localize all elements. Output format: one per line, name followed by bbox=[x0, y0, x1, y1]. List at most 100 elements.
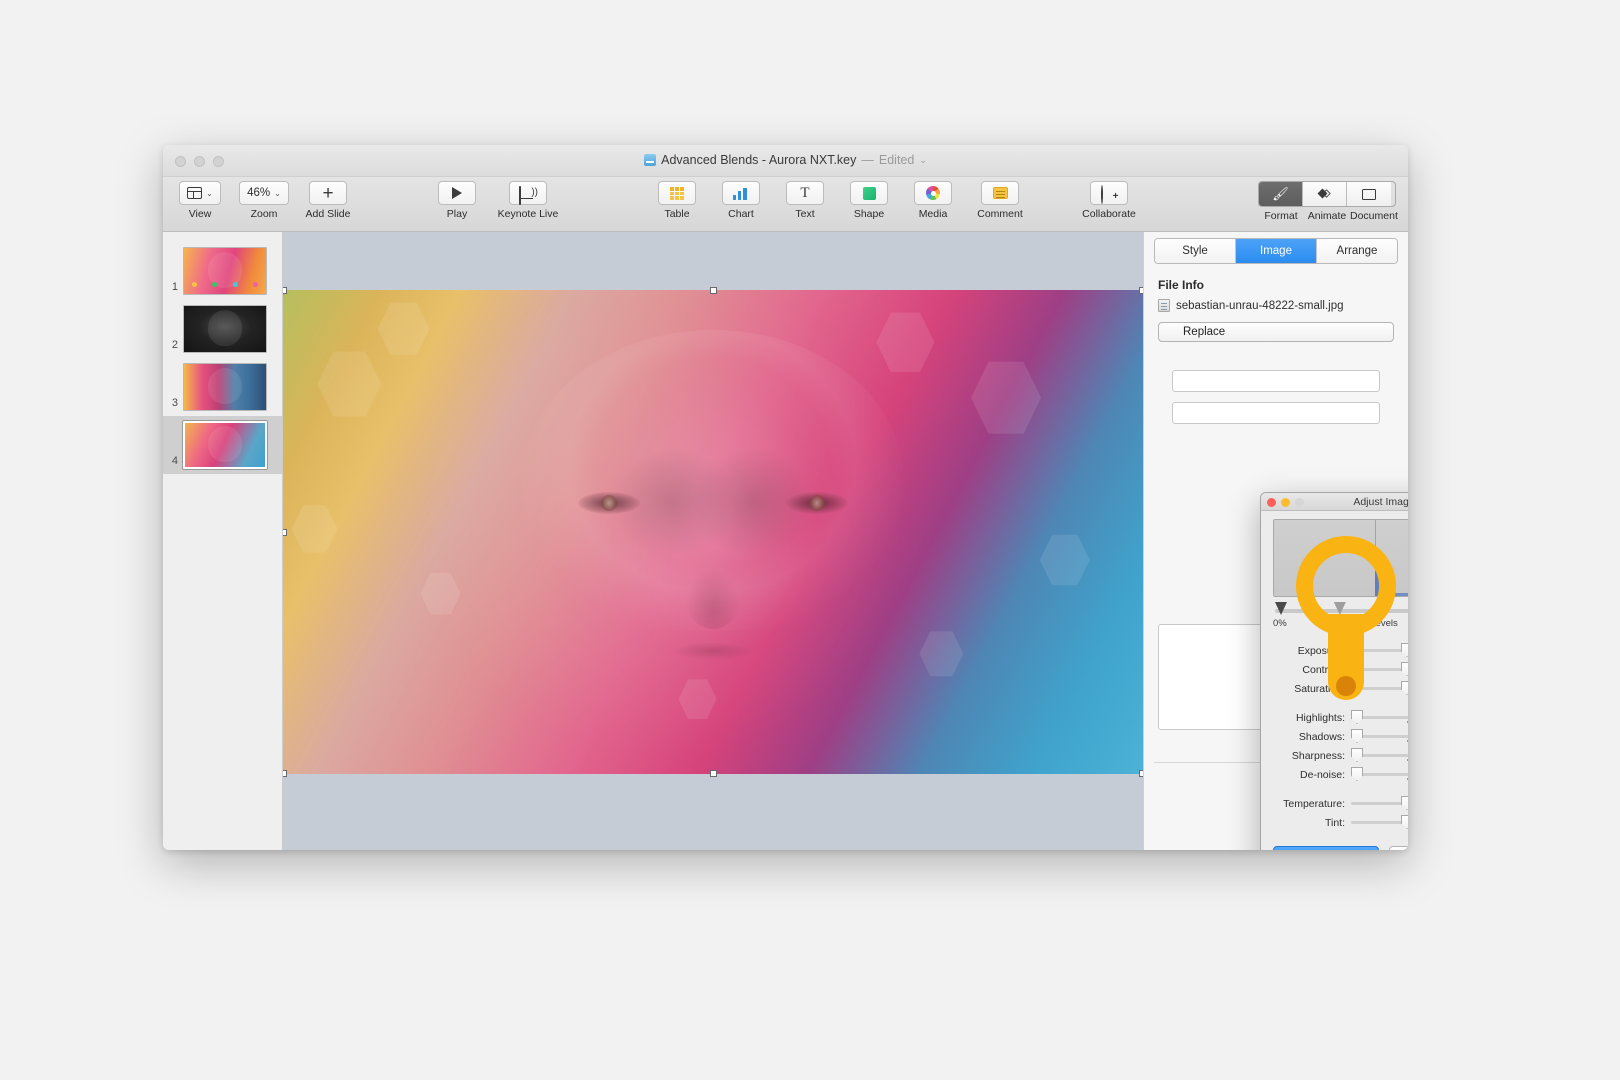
tint-slider-knob[interactable] bbox=[1401, 815, 1408, 829]
levels-black-point-handle[interactable] bbox=[1275, 602, 1287, 615]
enhance-button[interactable]: Enhance bbox=[1273, 846, 1379, 850]
slide-thumbnail[interactable] bbox=[183, 247, 267, 295]
toolbar-collaborate-button[interactable]: + Collaborate bbox=[1071, 181, 1147, 220]
adjust-image-traffic-lights bbox=[1267, 498, 1304, 507]
slider-row-saturation: Saturation: 0% bbox=[1273, 679, 1408, 698]
document-title: Advanced Blends - Aurora NXT.key bbox=[661, 153, 857, 167]
highlights-label: Highlights: bbox=[1295, 711, 1345, 724]
slide-navigator[interactable]: 1 2 3 4 bbox=[163, 232, 283, 850]
temperature-slider-knob[interactable] bbox=[1401, 796, 1408, 810]
slide-thumbnail-row-2[interactable]: 2 bbox=[163, 300, 282, 358]
toolbar-media-button[interactable]: Media bbox=[904, 181, 962, 220]
shadows-slider-knob[interactable] bbox=[1351, 729, 1363, 743]
levels-gray-point-handle[interactable] bbox=[1333, 602, 1346, 615]
portrait-photo-subject bbox=[522, 329, 904, 742]
shape-icon bbox=[862, 186, 876, 200]
toolbar-table-button[interactable]: Table bbox=[648, 181, 706, 220]
image-file-icon bbox=[1158, 299, 1170, 312]
zoom-level-value: 46% bbox=[247, 187, 271, 199]
tab-image[interactable]: Image bbox=[1236, 239, 1317, 263]
denoise-slider[interactable] bbox=[1351, 767, 1408, 781]
tint-label: Tint: bbox=[1324, 816, 1345, 829]
selection-handle-bottom-center[interactable] bbox=[710, 770, 717, 777]
toolbar-comment-label: Comment bbox=[977, 208, 1023, 220]
reset-image-button[interactable]: Reset Image bbox=[1389, 846, 1408, 850]
adjust-close-button[interactable] bbox=[1267, 498, 1276, 507]
chevron-down-icon: ⌄ bbox=[274, 188, 281, 198]
animate-diamond-icon bbox=[1317, 188, 1331, 200]
slide-thumbnail-selected[interactable] bbox=[183, 421, 267, 469]
slide-thumbnail[interactable] bbox=[183, 305, 267, 353]
main-toolbar: ⌄ View 46% ⌄ Zoom + Add Slide Play )) Key… bbox=[163, 177, 1408, 232]
slider-row-highlights: Highlights: 0% bbox=[1273, 708, 1408, 727]
media-icon bbox=[926, 186, 940, 200]
shadows-slider[interactable] bbox=[1351, 729, 1408, 743]
slide-thumbnail[interactable] bbox=[183, 363, 267, 411]
toolbar-comment-button[interactable]: Comment bbox=[968, 181, 1032, 220]
exposure-slider-knob[interactable] bbox=[1401, 643, 1408, 657]
toolbar-table-label: Table bbox=[664, 208, 690, 220]
inspector-field-row-2[interactable] bbox=[1172, 402, 1380, 424]
levels-control: 0% Levels 100% bbox=[1273, 602, 1408, 629]
levels-labels: 0% Levels 100% bbox=[1273, 618, 1408, 629]
toolbar-keynote-live-button[interactable]: )) Keynote Live bbox=[492, 181, 564, 220]
format-brush-icon: 🖌 bbox=[1272, 186, 1289, 201]
slide-thumbnail-row-3[interactable]: 3 bbox=[163, 358, 282, 416]
slide-number: 3 bbox=[171, 397, 178, 409]
toolbar-chart-button[interactable]: Chart bbox=[712, 181, 770, 220]
toolbar-animate-button[interactable] bbox=[1303, 182, 1347, 206]
play-icon bbox=[452, 187, 462, 199]
exposure-slider[interactable] bbox=[1351, 643, 1408, 657]
selection-handle-top-center[interactable] bbox=[710, 287, 717, 294]
denoise-slider-knob[interactable] bbox=[1351, 767, 1363, 781]
toolbar-shape-button[interactable]: Shape bbox=[840, 181, 898, 220]
adjust-image-panel[interactable]: Adjust Image 0% Levels 100% bbox=[1260, 492, 1408, 850]
saturation-slider[interactable] bbox=[1351, 681, 1408, 695]
temperature-label: Temperature: bbox=[1283, 797, 1345, 810]
adjust-zoom-button[interactable] bbox=[1295, 498, 1304, 507]
toolbar-chart-label: Chart bbox=[728, 208, 754, 220]
levels-slider-track[interactable] bbox=[1275, 602, 1408, 615]
title-chevron-down-icon[interactable]: ⌄ bbox=[919, 155, 927, 166]
toolbar-add-slide-button[interactable]: + Add Slide bbox=[299, 181, 357, 220]
adjust-minimize-button[interactable] bbox=[1281, 498, 1290, 507]
temperature-slider[interactable] bbox=[1351, 796, 1408, 810]
slide-thumbnail-row-4[interactable]: 4 bbox=[163, 416, 282, 474]
sharpness-slider-knob[interactable] bbox=[1351, 748, 1363, 762]
inspector-content: File Info sebastian-unrau-48222-small.jp… bbox=[1144, 264, 1408, 342]
inspector-field-row-1[interactable] bbox=[1172, 370, 1380, 392]
selected-image-object[interactable] bbox=[283, 290, 1143, 774]
contrast-slider-knob[interactable] bbox=[1401, 662, 1408, 676]
inspector-tab-bar: Style Image Arrange bbox=[1154, 238, 1398, 264]
toolbar-play-button[interactable]: Play bbox=[428, 181, 486, 220]
file-info-heading: File Info bbox=[1158, 278, 1204, 292]
tint-slider[interactable] bbox=[1351, 815, 1408, 829]
slide-thumbnail-row-1[interactable]: 1 bbox=[163, 242, 282, 300]
toolbar-zoom-button[interactable]: 46% ⌄ Zoom bbox=[235, 181, 293, 220]
slider-row-exposure: Exposure: 0% bbox=[1273, 641, 1408, 660]
contrast-slider[interactable] bbox=[1351, 662, 1408, 676]
toolbar-zoom-label: Zoom bbox=[250, 208, 278, 220]
highlights-slider[interactable] bbox=[1351, 710, 1408, 724]
selection-handle-middle-left[interactable] bbox=[283, 529, 287, 536]
toolbar-document-button[interactable] bbox=[1347, 182, 1391, 206]
slider-row-contrast: Contrast: 0% bbox=[1273, 660, 1408, 679]
toolbar-text-button[interactable]: T Text bbox=[776, 181, 834, 220]
keynote-document-icon bbox=[644, 154, 657, 166]
toolbar-view-button[interactable]: ⌄ View bbox=[171, 181, 229, 220]
replace-image-button[interactable]: Replace bbox=[1158, 322, 1394, 342]
edited-badge: Edited bbox=[878, 153, 915, 167]
shadows-label: Shadows: bbox=[1298, 730, 1345, 743]
saturation-slider-knob[interactable] bbox=[1401, 681, 1408, 695]
selection-handle-bottom-left[interactable] bbox=[283, 770, 287, 777]
window-body: 1 2 3 4 Style Image Arrange File Info se… bbox=[163, 232, 1408, 850]
plus-icon: + bbox=[322, 182, 334, 204]
toolbar-format-button[interactable]: 🖌 bbox=[1259, 182, 1303, 206]
sharpness-slider[interactable] bbox=[1351, 748, 1408, 762]
chart-icon bbox=[733, 187, 749, 200]
slide-canvas[interactable] bbox=[283, 232, 1143, 850]
tab-arrange[interactable]: Arrange bbox=[1317, 239, 1397, 263]
tab-style[interactable]: Style bbox=[1155, 239, 1236, 263]
selection-handle-top-left[interactable] bbox=[283, 287, 287, 294]
highlights-slider-knob[interactable] bbox=[1351, 710, 1363, 724]
